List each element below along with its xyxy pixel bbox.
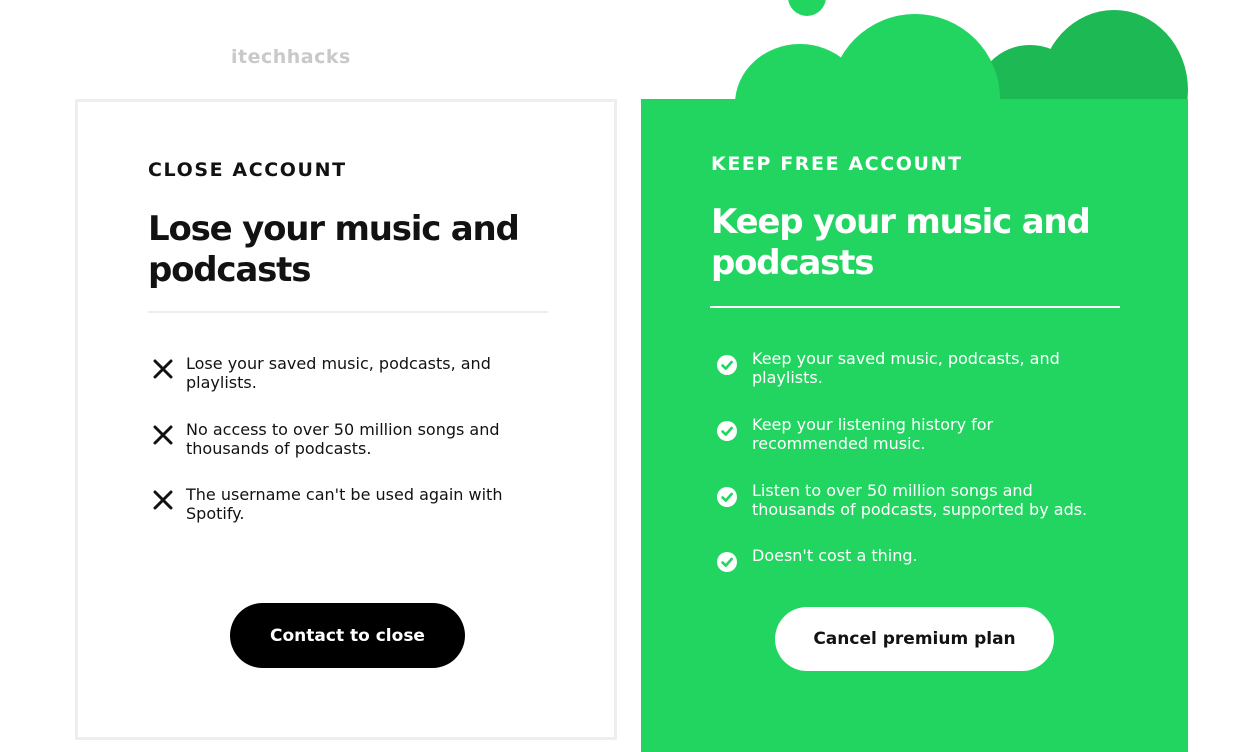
feature-text: No access to over 50 million songs and xyxy=(186,420,500,439)
close-account-headline: Lose your music and podcasts xyxy=(148,209,520,291)
headline-line: podcasts xyxy=(711,243,874,283)
divider xyxy=(148,311,548,313)
x-icon xyxy=(153,425,173,445)
feature-text: thousands of podcasts, supported by ads. xyxy=(752,500,1088,519)
check-circle-icon xyxy=(717,355,737,375)
close-account-eyebrow: CLOSE ACCOUNT xyxy=(148,159,347,181)
x-icon xyxy=(153,490,173,510)
feature-text: Doesn't cost a thing. xyxy=(752,546,918,565)
feature-text: Lose your saved music, podcasts, and xyxy=(186,354,491,373)
keep-feature-item: Keep your saved music, podcasts, and pla… xyxy=(716,349,1060,387)
headline-line: Lose your music and xyxy=(148,209,520,249)
feature-text: thousands of podcasts. xyxy=(186,439,372,458)
keep-feature-item: Doesn't cost a thing. xyxy=(716,546,918,573)
headline-line: Keep your music and xyxy=(711,202,1091,242)
contact-to-close-button[interactable]: Contact to close xyxy=(230,603,465,668)
keep-account-card: KEEP FREE ACCOUNT Keep your music and po… xyxy=(641,99,1188,752)
feature-text: playlists. xyxy=(752,368,823,387)
keep-account-headline: Keep your music and podcasts xyxy=(711,202,1091,284)
check-circle-icon xyxy=(717,421,737,441)
divider xyxy=(710,306,1120,308)
x-icon xyxy=(153,359,173,379)
close-feature-item: No access to over 50 million songs and t… xyxy=(152,420,500,458)
watermark-text: itechhacks xyxy=(231,46,351,68)
feature-text: recommended music. xyxy=(752,434,926,453)
feature-text: playlists. xyxy=(186,373,257,392)
close-feature-item: The username can't be used again with Sp… xyxy=(152,485,502,523)
cancel-premium-plan-button[interactable]: Cancel premium plan xyxy=(775,607,1054,671)
keep-feature-item: Listen to over 50 million songs and thou… xyxy=(716,481,1087,519)
keep-feature-item: Keep your listening history for recommen… xyxy=(716,415,993,453)
keep-account-eyebrow: KEEP FREE ACCOUNT xyxy=(711,153,963,175)
headline-line: podcasts xyxy=(148,250,311,290)
feature-text: Keep your listening history for xyxy=(752,415,994,434)
feature-text: The username can't be used again with xyxy=(186,485,503,504)
close-account-card: CLOSE ACCOUNT Lose your music and podcas… xyxy=(75,99,617,740)
feature-text: Spotify. xyxy=(186,504,245,523)
feature-text: Keep your saved music, podcasts, and xyxy=(752,349,1060,368)
check-circle-icon xyxy=(717,487,737,507)
feature-text: Listen to over 50 million songs and xyxy=(752,481,1033,500)
check-circle-icon xyxy=(717,552,737,572)
close-feature-item: Lose your saved music, podcasts, and pla… xyxy=(152,354,491,392)
